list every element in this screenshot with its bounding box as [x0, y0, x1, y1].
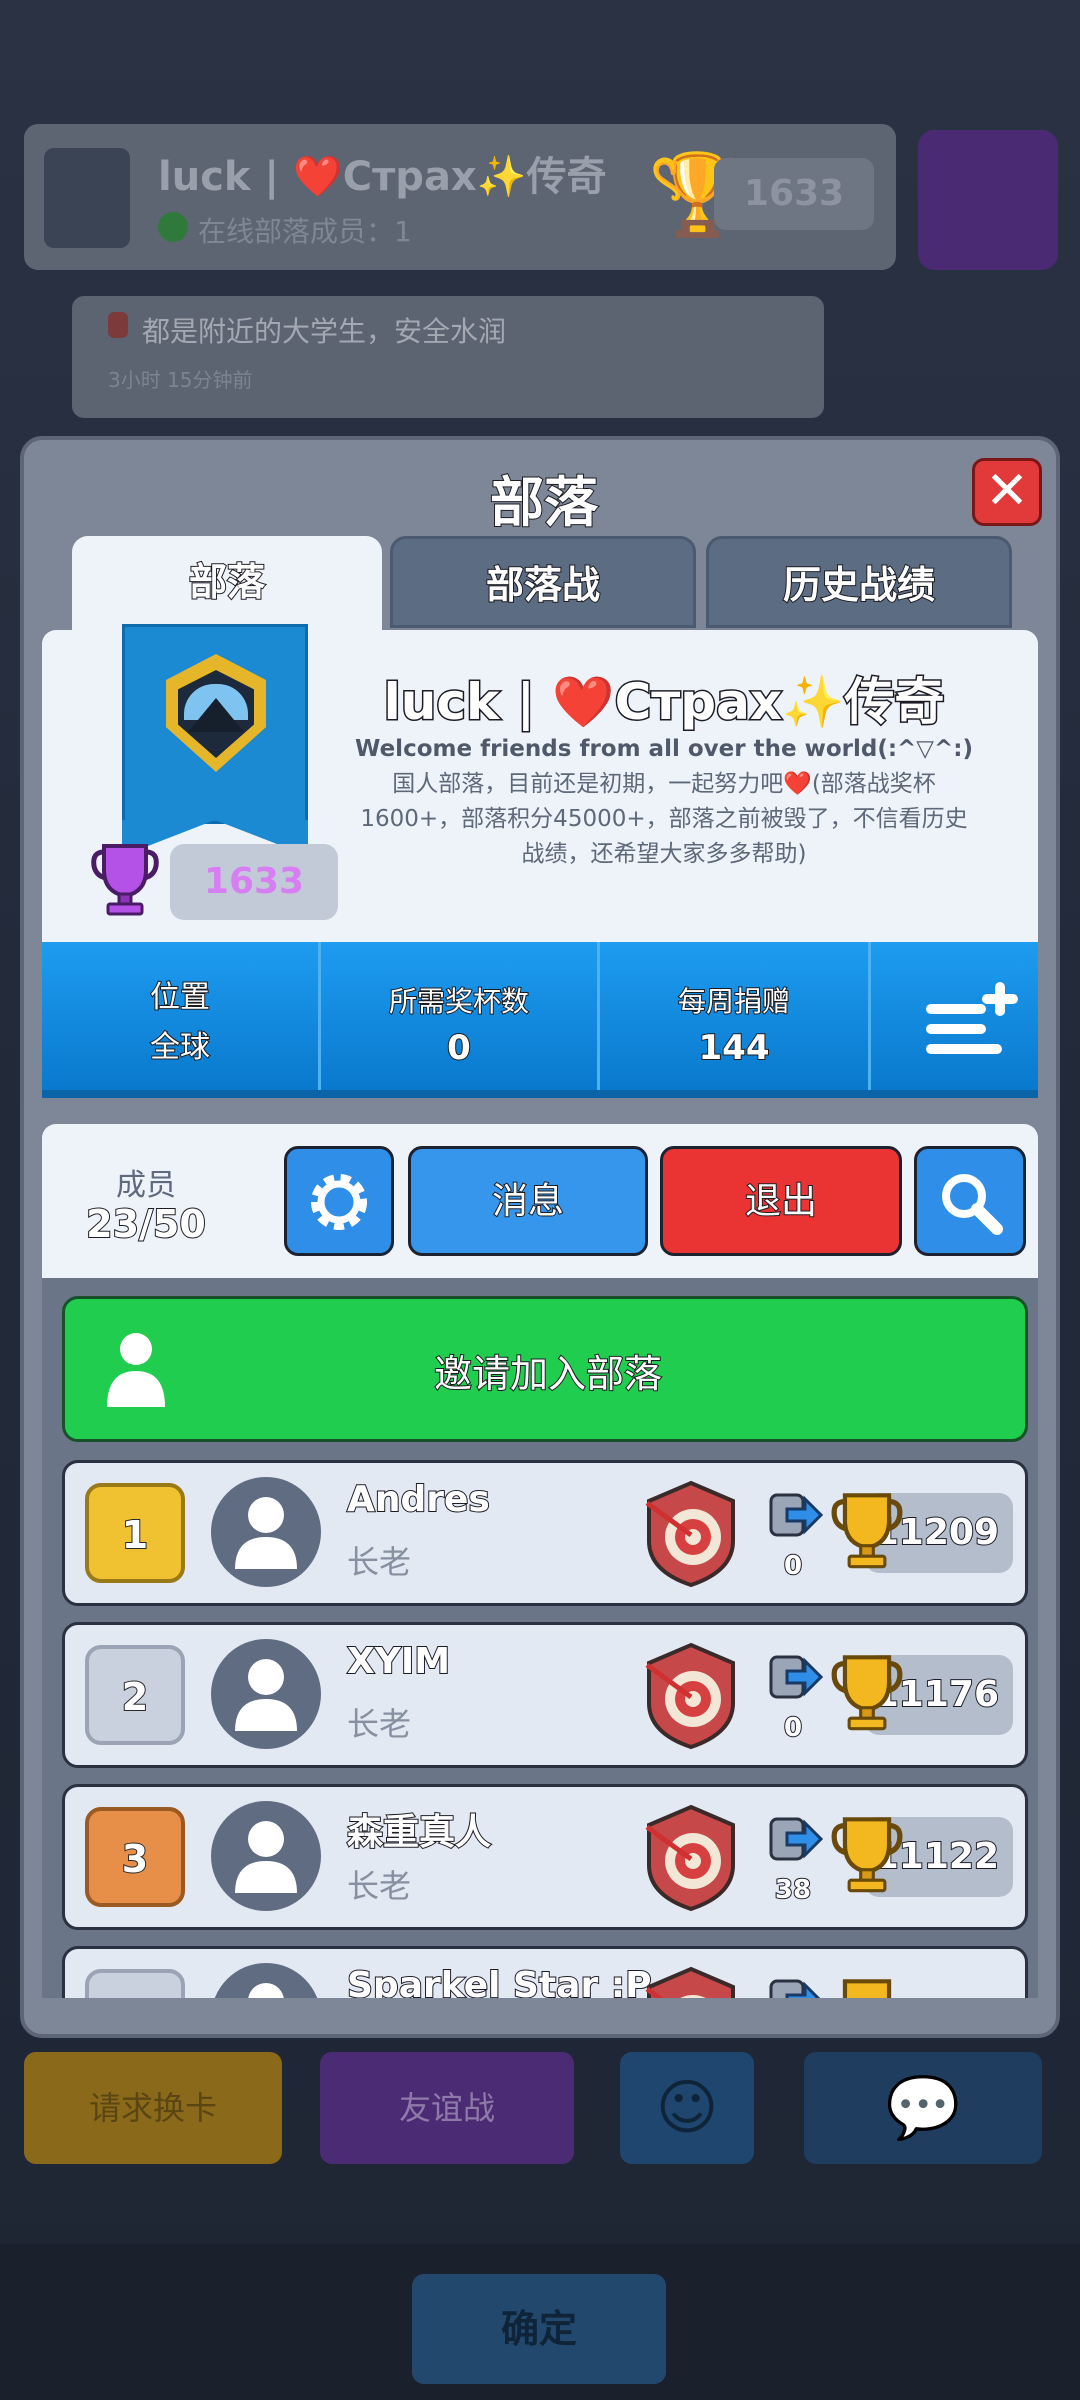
- stat-location: 位置 全球: [42, 942, 318, 1090]
- trophy-icon: [831, 1493, 903, 1569]
- clan-trophies-bg: 1633: [714, 158, 874, 230]
- member-name: Sparkel Star :P: [346, 1964, 653, 1998]
- online-members-text: 在线部落成员：1: [198, 215, 412, 248]
- weekly-donations-value: 144: [698, 1027, 771, 1069]
- members-label: 成员: [116, 1168, 176, 1203]
- close-icon: ✕: [985, 461, 1029, 521]
- member-row[interactable]: 3 森重真人 长老 38 11122: [62, 1784, 1028, 1930]
- member-name: Andres: [346, 1478, 491, 1521]
- avatar: [211, 1639, 321, 1749]
- member-donations: 0: [783, 1712, 803, 1744]
- donation-icon: [769, 1655, 823, 1699]
- trophy-icon: [91, 844, 159, 916]
- person-icon: [235, 1497, 297, 1569]
- tab-war-history[interactable]: 历史战绩: [706, 536, 1012, 628]
- donation-icon: [769, 1493, 823, 1537]
- member-row[interactable]: 1 Andres 长老 0 11209: [62, 1460, 1028, 1606]
- search-icon: [942, 1174, 1003, 1235]
- clan-name: luck | ❤️Страх✨传奇: [382, 672, 946, 733]
- person-icon: [248, 1983, 284, 1998]
- weekly-donations-label: 每周捐赠: [677, 984, 791, 1019]
- clan-badge-bg: [44, 148, 130, 248]
- clan-name-bg: luck | ❤️Страх✨传奇: [158, 154, 607, 200]
- war-target-icon: [645, 1966, 735, 1998]
- location-value: 全球: [149, 1029, 211, 1066]
- avatar: [211, 1801, 321, 1911]
- clan-options-icon[interactable]: [924, 980, 1020, 1060]
- member-role: 长老: [347, 1867, 412, 1905]
- member-role: 长老: [347, 1543, 412, 1581]
- clan-dialog: 部落 ✕ 部落 部落战 历史战绩 1633 luck | ❤️Страх✨传奇 …: [20, 436, 1060, 2038]
- avatar: [211, 1477, 321, 1587]
- chat-user-icon: [108, 312, 128, 338]
- member-row[interactable]: 4 Sparkel Star :P: [62, 1946, 1028, 1998]
- required-trophies-value: 0: [446, 1027, 472, 1069]
- member-rank: 3: [85, 1807, 185, 1907]
- online-dot-icon: [158, 212, 188, 242]
- stat-weekly-donations: 每周捐赠 144: [600, 942, 868, 1090]
- request-card-button-bg: 请求换卡: [24, 2052, 282, 2164]
- clan-description-en: Welcome friends from all over the world(…: [355, 736, 973, 762]
- leave-clan-button[interactable]: 退出: [660, 1146, 902, 1256]
- stat-required-trophies: 所需奖杯数 0: [321, 942, 597, 1090]
- member-row[interactable]: 2 XYIM 长老 0 11176: [62, 1622, 1028, 1768]
- member-donations: 0: [783, 1550, 803, 1582]
- message-button[interactable]: 消息: [408, 1146, 648, 1256]
- person-icon: [235, 1659, 297, 1731]
- clan-war-button-bg: [918, 130, 1058, 270]
- chat-button-bg: 💬: [804, 2052, 1042, 2164]
- close-button[interactable]: ✕: [972, 458, 1042, 526]
- clan-settings-button[interactable]: [284, 1146, 394, 1256]
- stat-divider: [868, 942, 871, 1090]
- required-trophies-label: 所需奖杯数: [388, 984, 530, 1019]
- donation-icon: [769, 1817, 823, 1861]
- clan-trophies: 1633: [170, 844, 338, 920]
- friendly-battle-button-bg: 友谊战: [320, 2052, 574, 2164]
- member-donations: 38: [774, 1874, 812, 1906]
- invite-button[interactable]: 邀请加入部落: [62, 1296, 1028, 1442]
- member-name: 森重真人: [346, 1811, 492, 1854]
- member-role: 长老: [347, 1705, 412, 1743]
- gear-icon: [311, 1174, 367, 1230]
- trophy-icon: [831, 1817, 903, 1893]
- war-target-icon: [645, 1480, 735, 1588]
- tab-clan-war[interactable]: 部落战: [390, 536, 696, 628]
- confirm-button-bg: 确定: [412, 2274, 666, 2384]
- emote-button-bg: ☺: [620, 2052, 754, 2164]
- trophy-icon: [842, 1979, 892, 1998]
- chat-message-bg: 都是附近的大学生，安全水润: [142, 315, 507, 348]
- member-row-clip: 4 Sparkel Star :P: [62, 1946, 1028, 1998]
- donation-icon: [769, 1979, 821, 1998]
- member-rank: 4: [85, 1969, 185, 1998]
- clan-description: Welcome friends from all over the world(…: [354, 732, 974, 872]
- war-target-icon: [645, 1642, 735, 1750]
- war-target-icon: [645, 1804, 735, 1912]
- location-label: 位置: [149, 979, 211, 1016]
- member-name: XYIM: [346, 1640, 451, 1683]
- dialog-title: 部落: [489, 470, 599, 535]
- search-button[interactable]: [914, 1146, 1026, 1256]
- avatar: [211, 1963, 321, 1998]
- chat-time-bg: 3小时 15分钟前: [108, 368, 253, 392]
- members-count: 23/50: [85, 1201, 207, 1247]
- member-rank: 2: [85, 1645, 185, 1745]
- person-icon: [235, 1821, 297, 1893]
- trophy-icon: [831, 1655, 903, 1731]
- clan-description-zh: 国人部落，目前还是初期，一起努力吧❤️(部落战奖杯1600+，部落积分45000…: [360, 771, 968, 867]
- invite-label: 邀请加入部落: [433, 1351, 663, 1397]
- clan-stats-bar: 位置 全球 所需奖杯数 0 每周捐赠 144: [42, 942, 1038, 1098]
- member-rank: 1: [85, 1483, 185, 1583]
